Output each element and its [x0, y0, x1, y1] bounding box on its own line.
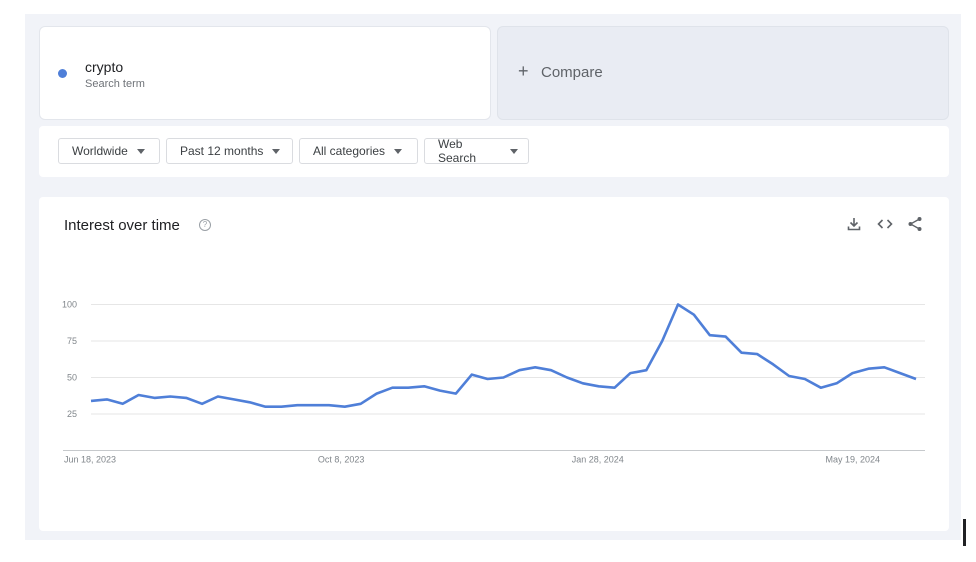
data-point[interactable] — [167, 393, 173, 399]
y-tick-label: 25 — [67, 409, 77, 419]
series-line-crypto[interactable] — [90, 303, 917, 408]
caret-down-icon — [136, 148, 145, 154]
data-point[interactable] — [580, 380, 586, 386]
data-point[interactable] — [501, 375, 507, 381]
data-point[interactable] — [326, 402, 332, 408]
data-point[interactable] — [754, 351, 760, 357]
data-point[interactable] — [564, 375, 570, 381]
data-point[interactable] — [374, 391, 380, 397]
data-point[interactable] — [897, 370, 903, 376]
data-point[interactable] — [437, 388, 443, 394]
data-point[interactable] — [723, 334, 729, 340]
caret-down-icon — [272, 148, 281, 154]
data-point[interactable] — [120, 401, 126, 407]
data-point[interactable] — [818, 385, 824, 391]
data-point[interactable] — [675, 302, 681, 308]
search-term-card[interactable]: crypto Search term — [39, 26, 491, 120]
x-tick-label: Oct 8, 2023 — [318, 455, 365, 465]
data-point[interactable] — [421, 383, 427, 389]
x-tick-label: Jun 18, 2023 — [64, 455, 116, 465]
data-point[interactable] — [469, 372, 475, 378]
data-point[interactable] — [278, 404, 284, 410]
data-point[interactable] — [136, 392, 142, 398]
category-filter[interactable]: All categories — [299, 138, 418, 164]
data-point[interactable] — [199, 401, 205, 407]
data-point[interactable] — [247, 399, 253, 405]
data-point[interactable] — [88, 398, 94, 404]
data-point[interactable] — [659, 338, 665, 344]
text-cursor — [963, 519, 966, 546]
data-point[interactable] — [104, 396, 110, 402]
data-point[interactable] — [215, 393, 221, 399]
data-point[interactable] — [485, 376, 491, 382]
data-point[interactable] — [802, 376, 808, 382]
compare-button[interactable]: + Compare — [497, 26, 949, 120]
data-point[interactable] — [738, 350, 744, 356]
data-point[interactable] — [643, 367, 649, 373]
data-point[interactable] — [294, 402, 300, 408]
search-type-filter-label: Web Search — [438, 137, 477, 165]
data-point[interactable] — [389, 385, 395, 391]
data-point[interactable] — [310, 402, 316, 408]
data-point[interactable] — [596, 383, 602, 389]
data-point[interactable] — [516, 367, 522, 373]
category-filter-label: All categories — [313, 144, 386, 158]
data-point[interactable] — [913, 376, 919, 382]
data-point[interactable] — [881, 364, 887, 370]
search-term-type: Search term — [85, 78, 145, 90]
data-point[interactable] — [770, 361, 776, 367]
term-color-dot — [58, 69, 67, 78]
time-range-filter[interactable]: Past 12 months — [166, 138, 293, 164]
caret-down-icon — [394, 148, 403, 154]
x-tick-label: Jan 28, 2024 — [572, 455, 624, 465]
search-term-name: crypto — [85, 59, 124, 75]
data-point[interactable] — [358, 401, 364, 407]
y-tick-label: 50 — [67, 373, 77, 383]
compare-label: Compare — [541, 64, 603, 81]
data-point[interactable] — [548, 367, 554, 373]
filters-bar: Worldwide Past 12 months All categories … — [39, 126, 949, 177]
interest-line-chart: 25 50 75 100 Jun 18, 2023 Oct 8, 2023 Jan 28, … — [62, 300, 925, 465]
search-type-filter[interactable]: Web Search — [424, 137, 529, 165]
plus-icon: + — [518, 61, 529, 81]
data-point[interactable] — [707, 332, 713, 338]
data-point[interactable] — [453, 391, 459, 397]
data-point[interactable] — [834, 380, 840, 386]
data-point[interactable] — [786, 373, 792, 379]
data-point[interactable] — [627, 370, 633, 376]
x-tick-label: May 19, 2024 — [826, 455, 881, 465]
region-filter[interactable]: Worldwide — [58, 138, 160, 164]
data-point[interactable] — [342, 404, 348, 410]
data-point[interactable] — [263, 404, 269, 410]
y-tick-label: 75 — [67, 336, 77, 346]
data-point[interactable] — [691, 312, 697, 318]
y-tick-label: 100 — [62, 300, 77, 310]
data-point[interactable] — [151, 395, 157, 401]
data-point[interactable] — [405, 385, 411, 391]
data-point[interactable] — [532, 364, 538, 370]
caret-down-icon — [510, 148, 518, 154]
data-point[interactable] — [231, 396, 237, 402]
data-point[interactable] — [865, 366, 871, 372]
data-point[interactable] — [612, 385, 618, 391]
region-filter-label: Worldwide — [72, 144, 128, 158]
interest-over-time-card: Interest over time ? 25 50 75 100 Jun 18, 20… — [39, 197, 949, 531]
time-range-filter-label: Past 12 months — [180, 144, 264, 158]
data-point[interactable] — [850, 370, 856, 376]
data-point[interactable] — [183, 395, 189, 401]
